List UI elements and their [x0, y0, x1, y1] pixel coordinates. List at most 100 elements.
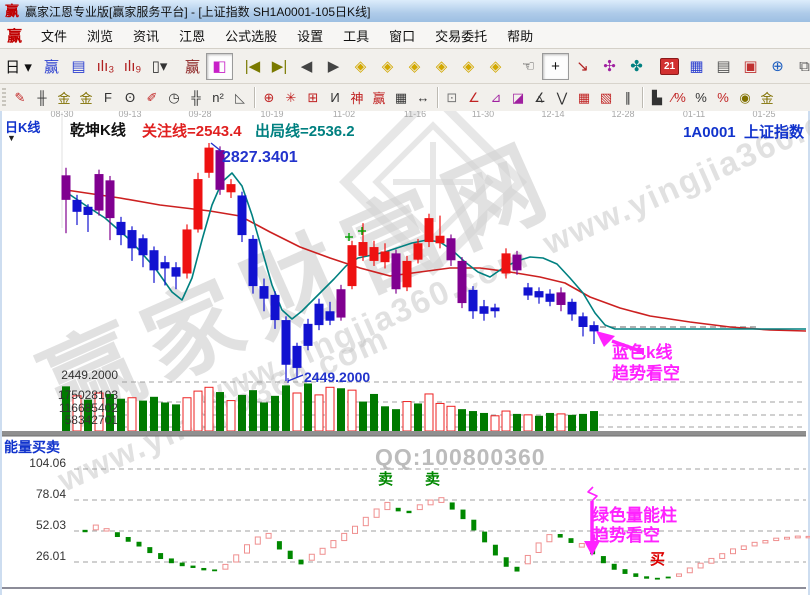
diamond-shrink-icon[interactable]: ◈ [428, 53, 455, 80]
fan-box2-icon[interactable]: ◪ [507, 86, 529, 109]
gann-fan-icon[interactable]: ∠ [463, 86, 485, 109]
gann-shape-purple-icon[interactable]: ✣ [596, 53, 623, 80]
info-board-icon[interactable]: ▤ [65, 53, 92, 80]
date-label: 01-25 [746, 111, 782, 119]
time-circle-icon[interactable]: ◷ [163, 86, 185, 109]
calendar-21-icon[interactable]: 21 [656, 53, 683, 80]
menu-item-4[interactable]: 公式选股 [215, 22, 287, 49]
candle-style-icon[interactable]: ▯▾ [146, 53, 173, 80]
menu-item-0[interactable]: 文件 [31, 22, 77, 49]
menu-item-2[interactable]: 资讯 [123, 22, 169, 49]
hand-tool-icon[interactable]: ☜ [515, 53, 542, 80]
menu-item-8[interactable]: 交易委托 [425, 22, 497, 49]
first-page-icon[interactable]: |◀ [239, 53, 266, 80]
v-lines-icon[interactable]: ⋁ [551, 86, 573, 109]
kline-9-glyph: ılı₉ [124, 58, 142, 75]
fence2-icon[interactable]: ╬ [185, 86, 207, 109]
date-label: 11-16 [397, 111, 433, 119]
chart-area[interactable]: 赢家财富网 www.yingjia360.com www.yingjia360.… [0, 111, 810, 595]
gann-fence-gold1-icon[interactable]: 金 [53, 86, 75, 109]
diamond-left-glyph: ◈ [355, 57, 367, 75]
gann-fence-gold2-icon[interactable]: 金 [75, 86, 97, 109]
winner-main-icon[interactable]: 赢 [38, 53, 65, 80]
gann-fan-glyph: ∠ [468, 90, 480, 106]
kline-3-icon[interactable]: ılı₃ [92, 53, 119, 80]
stats-bars-icon[interactable]: ▙ [646, 86, 668, 109]
percent-slash-icon[interactable]: ∕% [668, 86, 690, 109]
prev-page-glyph: ◀ [301, 57, 313, 75]
diamond-left-icon[interactable]: ◈ [347, 53, 374, 80]
box-select-icon[interactable]: ⊡ [441, 86, 463, 109]
next-page-icon[interactable]: ▶ [320, 53, 347, 80]
ying-tool-icon[interactable]: 赢 [368, 86, 390, 109]
spider-web-icon[interactable]: ✳ [280, 86, 302, 109]
remote-pc-icon[interactable]: ⧉ [791, 53, 810, 80]
span-tool-icon[interactable]: ↔ [412, 86, 434, 109]
fan-box2-glyph: ◪ [512, 90, 524, 106]
notepad-icon[interactable]: ▤ [710, 53, 737, 80]
kline-9-icon[interactable]: ılı₉ [119, 53, 146, 80]
color-chart-icon[interactable]: ◧ [206, 53, 233, 80]
period-selector-icon[interactable]: 日 ▾ [5, 53, 32, 80]
web-box-icon[interactable]: ⊞ [302, 86, 324, 109]
grid-tool-icon[interactable]: ▦ [390, 86, 412, 109]
toolbar-separator [254, 87, 255, 108]
candle-style-glyph: ▯▾ [152, 57, 168, 75]
diamond-down-icon[interactable]: ◈ [482, 53, 509, 80]
last-page-icon[interactable]: ▶| [266, 53, 293, 80]
crosshair-tool-icon[interactable]: + [542, 53, 569, 80]
menu-item-9[interactable]: 帮助 [497, 22, 543, 49]
fan-box1-icon[interactable]: ⊿ [485, 86, 507, 109]
n-square-icon[interactable]: n² [207, 86, 229, 109]
set-square-icon[interactable]: ◺ [229, 86, 251, 109]
gann-shape-teal-icon[interactable]: ✤ [623, 53, 650, 80]
brush-icon[interactable]: ✎ [9, 86, 31, 109]
percent-line-icon[interactable]: % [712, 86, 734, 109]
calculator-icon[interactable]: ▦ [683, 53, 710, 80]
gold-line-icon[interactable]: 金 [756, 86, 778, 109]
gann-shape-purple-glyph: ✣ [603, 57, 616, 75]
period-dropdown-icon[interactable]: ▼ [7, 133, 16, 143]
save-disk-icon[interactable]: ▣ [737, 53, 764, 80]
gann-fence-f-icon[interactable]: F [97, 86, 119, 109]
app-logo-icon: 赢 [0, 1, 25, 21]
diamond-expand-icon[interactable]: ◈ [401, 53, 428, 80]
spiral-icon[interactable]: ʘ [119, 86, 141, 109]
toolbar-drag-handle[interactable] [2, 88, 6, 108]
red-grid-icon[interactable]: ▦ [573, 86, 595, 109]
web-box-glyph: ⊞ [308, 90, 319, 106]
prev-page-icon[interactable]: ◀ [293, 53, 320, 80]
diamond-right-icon[interactable]: ◈ [374, 53, 401, 80]
parallel-lines-icon[interactable]: ∥ [617, 86, 639, 109]
gann-fence-f-glyph: F [104, 90, 112, 105]
gold-line-glyph: 金 [760, 88, 773, 107]
web-globe-icon[interactable]: ⊕ [764, 53, 791, 80]
diamond-up-icon[interactable]: ◈ [455, 53, 482, 80]
web-globe-glyph: ⊕ [771, 57, 784, 75]
winner-gann-icon[interactable]: 赢 [179, 53, 206, 80]
menu-item-7[interactable]: 窗口 [379, 22, 425, 49]
circle-cross-icon[interactable]: ⊕ [258, 86, 280, 109]
window-title: 赢家江恩专业版[赢家服务平台] - [上证指数 SH1A0001-105日K线] [25, 3, 370, 20]
shen-tool-icon[interactable]: 神 [346, 86, 368, 109]
color-chart-glyph: ◧ [212, 57, 226, 75]
info-board-glyph: ▤ [71, 57, 85, 75]
menu-item-6[interactable]: 工具 [333, 22, 379, 49]
gann-fence-icon[interactable]: ╫ [31, 86, 53, 109]
menu-item-3[interactable]: 江恩 [169, 22, 215, 49]
menu-item-5[interactable]: 设置 [287, 22, 333, 49]
angle-lines-icon[interactable]: ∡ [529, 86, 551, 109]
price-axis-label: 58342701 [2, 413, 118, 427]
gold-circle-icon[interactable]: ◉ [734, 86, 756, 109]
save-disk-glyph: ▣ [743, 57, 757, 75]
percent-icon[interactable]: % [690, 86, 712, 109]
ruler-pen-icon[interactable]: ✐ [141, 86, 163, 109]
menu-item-1[interactable]: 浏览 [77, 22, 123, 49]
trendline-tool-icon[interactable]: ↘ [569, 53, 596, 80]
wave-tool-icon[interactable]: И [324, 86, 346, 109]
date-label: 11-02 [326, 111, 362, 119]
stats-bars-glyph: ▙ [652, 90, 662, 106]
trendline-tool-glyph: ↘ [576, 57, 589, 75]
next-page-glyph: ▶ [328, 57, 340, 75]
red-grid-arrow-icon[interactable]: ▧ [595, 86, 617, 109]
